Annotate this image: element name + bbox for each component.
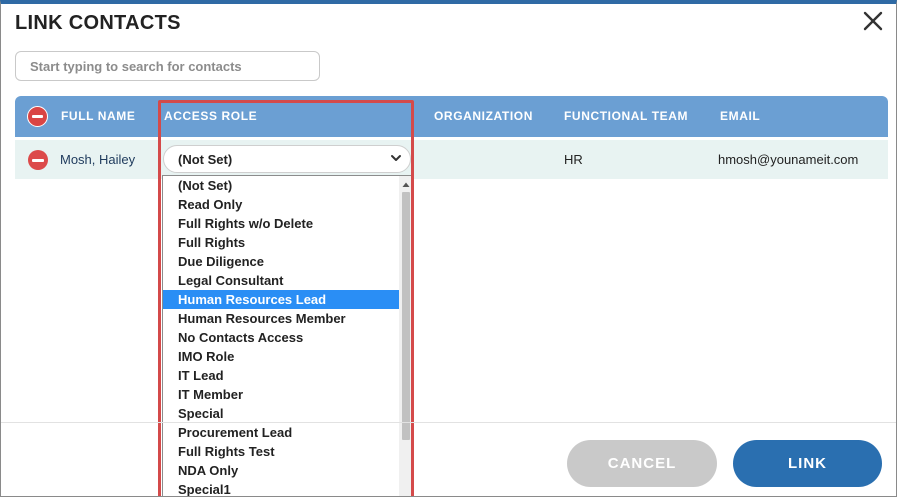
dropdown-option[interactable]: Due Diligence <box>163 252 400 271</box>
header-functional-team[interactable]: FUNCTIONAL TEAM <box>564 109 688 123</box>
dropdown-options: (Not Set) Read Only Full Rights w/o Delete… <box>163 176 400 496</box>
dropdown-option[interactable]: NDA Only <box>163 461 400 480</box>
remove-contact-icon[interactable] <box>28 150 48 170</box>
header-full-name[interactable]: FULL NAME <box>61 109 136 123</box>
access-role-select[interactable]: (Not Set) <box>163 145 411 173</box>
table-header: FULL NAME ACCESS ROLE ORGANIZATION FUNCT… <box>15 96 888 137</box>
table-row: Mosh, Hailey (Not Set) HR hmosh@younamei… <box>15 140 888 179</box>
dropdown-option[interactable]: Legal Consultant <box>163 271 400 290</box>
cancel-button[interactable]: CANCEL <box>567 440 717 487</box>
access-role-selected-value: (Not Set) <box>178 152 233 167</box>
dropdown-option[interactable]: (Not Set) <box>163 176 400 195</box>
dropdown-option[interactable]: Special1 <box>163 480 400 496</box>
header-access-role[interactable]: ACCESS ROLE <box>164 109 257 123</box>
dropdown-option[interactable]: Special <box>163 404 400 423</box>
header-organization[interactable]: ORGANIZATION <box>434 109 533 123</box>
dropdown-option[interactable]: IT Member <box>163 385 400 404</box>
dropdown-option[interactable]: Read Only <box>163 195 400 214</box>
contact-functional-team: HR <box>564 152 583 167</box>
dropdown-option[interactable]: IMO Role <box>163 347 400 366</box>
dropdown-scrollbar[interactable] <box>399 176 413 496</box>
contact-full-name: Mosh, Hailey <box>60 152 136 167</box>
dropdown-option[interactable]: IT Lead <box>163 366 400 385</box>
contact-email: hmosh@younameit.com <box>718 152 859 167</box>
scroll-thumb[interactable] <box>402 192 410 440</box>
close-icon[interactable] <box>860 8 886 34</box>
remove-all-icon[interactable] <box>27 106 48 127</box>
link-contacts-dialog: LINK CONTACTS FULL NAME ACCESS ROLE ORGA… <box>0 0 897 497</box>
dropdown-option[interactable]: Human Resources Lead <box>163 290 400 309</box>
dropdown-option[interactable]: Human Resources Member <box>163 309 400 328</box>
scroll-up-icon[interactable] <box>402 181 410 189</box>
header-email[interactable]: EMAIL <box>720 109 760 123</box>
contact-search-input[interactable] <box>15 51 320 81</box>
dropdown-option[interactable]: Procurement Lead <box>163 423 400 442</box>
dropdown-option[interactable]: Full Rights Test <box>163 442 400 461</box>
footer-divider <box>1 422 896 423</box>
chevron-down-icon <box>391 155 401 161</box>
link-button[interactable]: LINK <box>733 440 882 487</box>
dropdown-option[interactable]: Full Rights w/o Delete <box>163 214 400 233</box>
dropdown-option[interactable]: Full Rights <box>163 233 400 252</box>
dialog-title: LINK CONTACTS <box>15 12 181 34</box>
dropdown-option[interactable]: No Contacts Access <box>163 328 400 347</box>
access-role-dropdown-list[interactable]: (Not Set) Read Only Full Rights w/o Delete… <box>162 175 414 496</box>
